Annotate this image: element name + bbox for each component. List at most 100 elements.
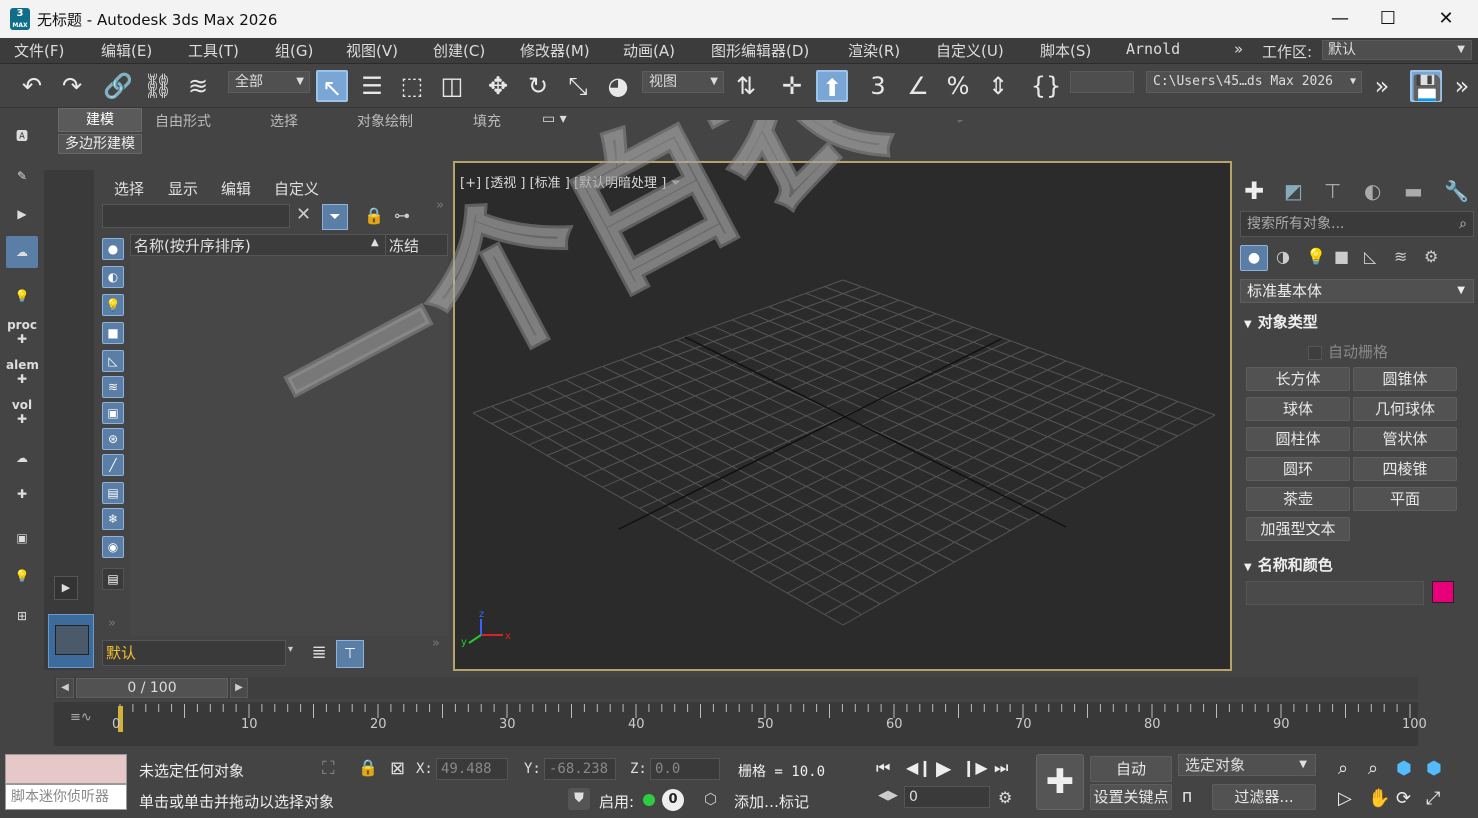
angle-snap-icon[interactable]: ∠ bbox=[902, 70, 934, 102]
curve-editor-icon[interactable]: ≡∿ bbox=[70, 710, 92, 725]
set-key-big-icon[interactable]: ✚ bbox=[1036, 754, 1084, 810]
current-frame-field[interactable]: 0 bbox=[904, 786, 990, 808]
filter-groups-icon[interactable]: ▣ bbox=[102, 402, 124, 424]
filter-helpers-icon[interactable]: ◺ bbox=[102, 350, 124, 372]
category-dropdown[interactable]: 标准基本体 ▼ bbox=[1240, 279, 1474, 303]
light-a-icon[interactable]: 💡 bbox=[6, 280, 38, 312]
textplus-button[interactable]: 加强型文本 bbox=[1246, 517, 1350, 541]
unlink-icon[interactable]: ⛓ bbox=[142, 70, 174, 102]
absolute-mode-icon[interactable]: ⊠ bbox=[390, 758, 405, 779]
hierarchy-view-icon[interactable]: ⊤ bbox=[336, 640, 364, 668]
cloud-add-icon[interactable]: ✚ bbox=[6, 478, 38, 510]
filter-lights-icon[interactable]: 💡 bbox=[102, 294, 124, 316]
cone-button[interactable]: 圆锥体 bbox=[1353, 367, 1457, 391]
save-file-icon[interactable]: 💾 bbox=[1410, 70, 1442, 102]
tab-freeform[interactable]: 自由形式 bbox=[155, 111, 211, 131]
viewport-label[interactable]: [+] [透视 ] [标准 ] [默认明暗处理 ] ⏷ bbox=[460, 172, 681, 191]
minimize-button[interactable]: — bbox=[1320, 6, 1360, 32]
explorer-more-3-icon[interactable]: » bbox=[432, 636, 440, 651]
scene-explorer-icon[interactable]: ☁ bbox=[6, 236, 38, 268]
sphere-button[interactable]: 球体 bbox=[1246, 397, 1350, 421]
modify-tab-icon[interactable]: ◩ bbox=[1284, 179, 1303, 203]
pivot-center-icon[interactable]: ⇅ bbox=[730, 70, 762, 102]
tube-button[interactable]: 管状体 bbox=[1353, 427, 1457, 451]
name-color-rollout[interactable]: ▼ 名称和颜色 bbox=[1244, 554, 1470, 578]
text-a-icon[interactable]: 🅰 bbox=[6, 120, 38, 152]
explorer-more-2-icon[interactable]: » bbox=[108, 616, 116, 631]
layers-stack-icon[interactable]: ≣ bbox=[306, 640, 332, 666]
helpers-category-icon[interactable]: ◺ bbox=[1364, 247, 1376, 266]
selection-lock-icon[interactable]: 🔒 bbox=[358, 758, 378, 777]
clear-search-icon[interactable]: ✕ bbox=[296, 204, 311, 225]
torus-button[interactable]: 圆环 bbox=[1246, 457, 1350, 481]
undo-icon[interactable]: ↶ bbox=[16, 70, 48, 102]
lights-category-icon[interactable]: 💡 bbox=[1306, 247, 1326, 266]
expand-arrow-icon[interactable]: ▶ bbox=[54, 576, 78, 600]
object-name-input[interactable] bbox=[1246, 581, 1424, 605]
menu-edit[interactable]: 编辑(E) bbox=[101, 40, 152, 61]
zoom-all-icon[interactable]: ⌕ bbox=[1368, 758, 1378, 779]
geometry-category-icon[interactable]: ● bbox=[1240, 245, 1268, 271]
autogrid-checkbox[interactable]: 自动栅格 bbox=[1308, 341, 1388, 362]
chevron-down-icon[interactable]: ▾ bbox=[288, 644, 293, 655]
tab-selection[interactable]: 选择 bbox=[270, 111, 298, 131]
snaps-toggle-icon[interactable]: 3 bbox=[862, 70, 894, 102]
teapot-button[interactable]: 茶壶 bbox=[1246, 487, 1350, 511]
explorer-menu-edit[interactable]: 编辑 bbox=[221, 178, 251, 199]
explorer-search-input[interactable] bbox=[102, 204, 290, 228]
column-frozen-header[interactable]: 冻结 bbox=[385, 235, 419, 256]
toolbar-more-2-icon[interactable]: » bbox=[1446, 70, 1478, 102]
menu-arnold[interactable]: Arnold bbox=[1126, 40, 1180, 58]
project-path-select[interactable]: C:\Users\45…ds Max 2026 ▼ bbox=[1146, 71, 1362, 93]
set-key-button[interactable]: 设置关键点 bbox=[1090, 784, 1172, 810]
key-filters-button[interactable]: 过滤器... bbox=[1212, 784, 1316, 810]
enable-count-badge[interactable]: 0 bbox=[662, 789, 684, 811]
hierarchy-icon[interactable]: ⊶ bbox=[394, 206, 410, 225]
cameras-category-icon[interactable]: ■ bbox=[1334, 247, 1349, 266]
workspace-select[interactable]: 默认 ▼ bbox=[1322, 40, 1472, 60]
spinner-snap-icon[interactable]: ⇕ bbox=[982, 70, 1014, 102]
vol-icon[interactable]: vol ✚ bbox=[6, 398, 38, 430]
track-bar[interactable]: ≡∿ 0 10 20 30 40 50 60 70 80 90 100 bbox=[54, 702, 1427, 746]
menu-more-icon[interactable]: » bbox=[1234, 40, 1243, 58]
command-search-input[interactable]: 搜索所有对象... ⌕ bbox=[1240, 211, 1474, 237]
explorer-object-list[interactable] bbox=[130, 256, 448, 636]
menu-modifiers[interactable]: 修改器(M) bbox=[520, 40, 590, 61]
menu-animation[interactable]: 动画(A) bbox=[623, 40, 675, 61]
menu-graph-editors[interactable]: 图形编辑器(D) bbox=[711, 40, 809, 61]
auto-key-button[interactable]: 自动 bbox=[1090, 756, 1172, 782]
toolbar-more-icon[interactable]: » bbox=[1366, 70, 1398, 102]
key-mode-toggle-icon[interactable]: ◀▶ bbox=[878, 788, 898, 803]
filter-cameras-icon[interactable]: ■ bbox=[102, 322, 124, 344]
orbit-icon[interactable]: ⟳ bbox=[1396, 788, 1411, 809]
key-filter-select[interactable]: 选定对象 ▼ bbox=[1178, 754, 1316, 776]
shield-icon[interactable]: ⛊ bbox=[568, 788, 590, 810]
rotate-icon[interactable]: ↻ bbox=[522, 70, 554, 102]
redo-icon[interactable]: ↷ bbox=[56, 70, 88, 102]
x-coordinate-field[interactable]: 49.488 bbox=[436, 758, 508, 780]
play-icon[interactable]: ▶ bbox=[936, 756, 951, 780]
link-icon[interactable]: 🔗 bbox=[102, 70, 134, 102]
create-tab-icon[interactable]: ✚ bbox=[1244, 177, 1264, 205]
proc-icon[interactable]: proc ✚ bbox=[6, 318, 38, 350]
edit-named-selection-icon[interactable]: {} bbox=[1030, 70, 1062, 102]
ribbon-options-icon[interactable]: ▭ ▾ bbox=[542, 111, 567, 127]
move-icon[interactable]: ✥ bbox=[482, 70, 514, 102]
object-type-rollout[interactable]: ▼ 对象类型 bbox=[1244, 311, 1470, 335]
previous-key-icon[interactable]: ◀❙ bbox=[906, 758, 932, 777]
filter-bones-icon[interactable]: ╱ bbox=[102, 454, 124, 476]
viewport-layout-icon[interactable]: ⊞ bbox=[6, 600, 38, 632]
y-coordinate-field[interactable]: -68.238 bbox=[544, 758, 616, 780]
window-crossing-icon[interactable]: ◫ bbox=[436, 70, 468, 102]
next-frame-arrow-icon[interactable]: ▶ bbox=[230, 678, 248, 698]
isolate-selection-icon[interactable]: ⛶ bbox=[322, 758, 335, 779]
spacewarps-category-icon[interactable]: ≋ bbox=[1394, 247, 1407, 266]
text-arrow-icon[interactable]: ▶ bbox=[6, 198, 38, 230]
utilities-tab-icon[interactable]: 🔧 bbox=[1444, 179, 1469, 203]
cylinder-button[interactable]: 圆柱体 bbox=[1246, 427, 1350, 451]
tab-modeling[interactable]: 建模 bbox=[58, 108, 142, 132]
menu-file[interactable]: 文件(F) bbox=[14, 40, 64, 61]
rectangular-selection-icon[interactable]: ⬚ bbox=[396, 70, 428, 102]
z-coordinate-field[interactable]: 0.0 bbox=[650, 758, 720, 780]
close-button[interactable]: ✕ bbox=[1426, 6, 1466, 32]
